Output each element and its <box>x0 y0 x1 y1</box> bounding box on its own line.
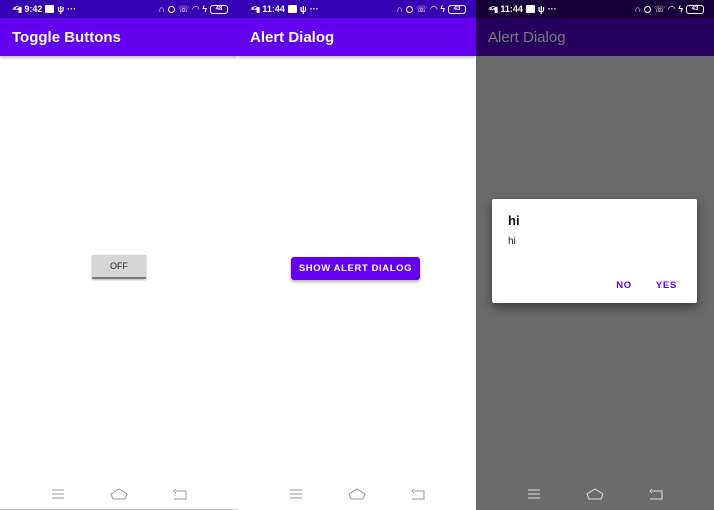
toggle-button[interactable]: OFF <box>92 255 146 279</box>
notification-icon <box>525 5 535 13</box>
more-icon: ··· <box>67 4 77 14</box>
status-time: 11:44 <box>500 4 523 14</box>
screenshot-collage: ⁴ᴳ▮ 9:42 ψ ··· ∩ ☏ ◠ ϟ 48 Toggle Buttons <box>0 0 714 510</box>
menu-icon[interactable] <box>286 486 306 502</box>
navigation-bar <box>0 478 238 510</box>
page-title: Toggle Buttons <box>12 28 121 46</box>
signal-icon: ⁴ᴳ▮ <box>12 4 22 14</box>
alarm-icon <box>644 5 652 13</box>
status-time: 9:42 <box>24 4 43 14</box>
notification-icon <box>287 5 297 13</box>
back-icon[interactable] <box>408 486 428 502</box>
headset-icon: ∩ <box>158 4 166 14</box>
alarm-icon <box>406 5 414 13</box>
signal-icon: ⁴ᴳ▮ <box>250 4 260 14</box>
navigation-bar <box>476 478 714 510</box>
no-button[interactable]: NO <box>616 280 632 291</box>
usb-icon: ψ <box>57 4 65 14</box>
call-icon: ☏ <box>654 3 666 14</box>
more-icon: ··· <box>547 4 557 14</box>
call-icon: ☏ <box>416 3 428 14</box>
notification-icon <box>45 5 55 13</box>
charging-icon: ϟ <box>202 4 207 14</box>
dialog-title: hi <box>508 213 520 228</box>
home-icon[interactable] <box>585 486 605 502</box>
app-bar: Alert Dialog <box>476 18 714 56</box>
more-icon: ··· <box>309 4 319 14</box>
phone-screen-alert: ⁴ᴳ▮ 11:44 ψ ··· ∩ ☏ ◠ ϟ 43 Alert Dialog <box>238 0 476 510</box>
wifi-icon: ◠ <box>192 3 200 14</box>
dialog-actions: NO YES <box>616 280 677 291</box>
back-icon[interactable] <box>646 486 666 502</box>
wifi-icon: ◠ <box>430 3 438 14</box>
usb-icon: ψ <box>299 4 307 14</box>
signal-icon: ⁴ᴳ▮ <box>488 4 498 14</box>
headset-icon: ∩ <box>634 4 642 14</box>
page-title: Alert Dialog <box>488 28 566 46</box>
charging-icon: ϟ <box>678 4 683 14</box>
dialog-message: hi <box>508 236 516 247</box>
charging-icon: ϟ <box>440 4 445 14</box>
wifi-icon: ◠ <box>668 3 676 14</box>
status-bar: ⁴ᴳ▮ 11:44 ψ ··· ∩ ☏ ◠ ϟ 43 <box>476 0 714 18</box>
back-icon[interactable] <box>170 486 190 502</box>
navigation-bar <box>238 478 476 510</box>
home-icon[interactable] <box>347 486 367 502</box>
status-bar: ⁴ᴳ▮ 9:42 ψ ··· ∩ ☏ ◠ ϟ 48 <box>0 0 238 18</box>
menu-icon[interactable] <box>524 486 544 502</box>
alert-dialog: hi hi NO YES <box>492 199 697 303</box>
page-title: Alert Dialog <box>250 28 335 46</box>
headset-icon: ∩ <box>396 4 404 14</box>
battery-icon: 43 <box>686 4 704 14</box>
call-icon: ☏ <box>178 3 190 14</box>
alarm-icon <box>168 5 176 13</box>
menu-icon[interactable] <box>48 486 68 502</box>
home-icon[interactable] <box>109 486 129 502</box>
usb-icon: ψ <box>537 4 545 14</box>
status-time: 11:44 <box>262 4 285 14</box>
app-bar: Alert Dialog <box>238 18 476 56</box>
yes-button[interactable]: YES <box>656 280 677 291</box>
battery-icon: 43 <box>448 4 466 14</box>
app-bar: Toggle Buttons <box>0 18 238 56</box>
battery-icon: 48 <box>210 4 228 14</box>
show-alert-dialog-button[interactable]: SHOW ALERT DIALOG <box>291 257 420 280</box>
status-bar: ⁴ᴳ▮ 11:44 ψ ··· ∩ ☏ ◠ ϟ 43 <box>238 0 476 18</box>
